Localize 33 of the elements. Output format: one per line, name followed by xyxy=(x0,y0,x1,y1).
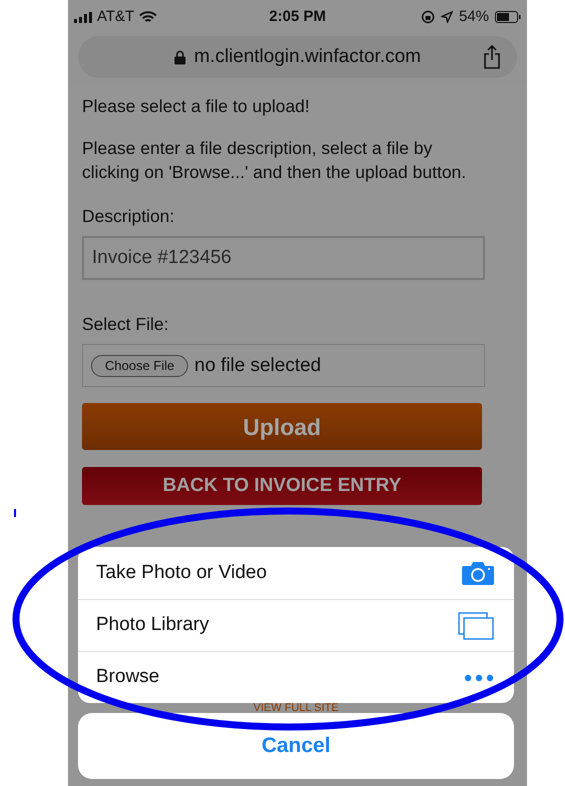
page-heading: Please select a file to upload! xyxy=(82,95,311,118)
action-sheet-option[interactable]: Take Photo or Video xyxy=(78,547,514,599)
location-icon xyxy=(440,11,453,23)
choose-file-button[interactable]: Choose File xyxy=(91,354,188,376)
option-label: Photo Library xyxy=(96,613,210,638)
signal-icon xyxy=(74,12,92,22)
address-bar[interactable]: m.clientlogin.winfactor.com xyxy=(78,36,517,78)
upload-button[interactable]: Upload xyxy=(82,403,482,450)
back-button[interactable]: BACK TO INVOICE ENTRY xyxy=(82,467,482,505)
share-icon[interactable] xyxy=(483,45,501,69)
option-label: Browse xyxy=(96,665,160,690)
battery-percent: 54% xyxy=(458,6,489,27)
file-status: no file selected xyxy=(194,354,322,378)
description-label: Description: xyxy=(82,205,176,228)
annotation-mark xyxy=(14,509,16,517)
carrier-name: AT&T xyxy=(97,6,134,27)
file-field[interactable]: Choose File no file selected xyxy=(82,344,485,387)
action-sheet-option[interactable]: Photo Library xyxy=(78,599,514,651)
lock-icon xyxy=(174,50,186,64)
cancel-button[interactable]: Cancel xyxy=(78,713,514,779)
battery-icon xyxy=(494,11,521,23)
description-field[interactable]: Invoice #123456 xyxy=(82,236,485,280)
photo-library-icon xyxy=(458,612,494,640)
camera-icon xyxy=(462,561,494,585)
status-time: 2:05 PM xyxy=(269,6,326,27)
url-text: m.clientlogin.winfactor.com xyxy=(194,44,422,69)
more-icon xyxy=(464,674,494,682)
instructions-text: Please enter a file description, select a file by clicking on 'Browse...' and then the upload button. xyxy=(82,137,468,184)
action-sheet-option[interactable]: Browse xyxy=(78,651,514,703)
select-file-label: Select File: xyxy=(82,313,170,336)
wifi-icon xyxy=(139,10,158,24)
option-label: Take Photo or Video xyxy=(96,560,267,585)
rotation-lock-icon xyxy=(420,10,435,24)
